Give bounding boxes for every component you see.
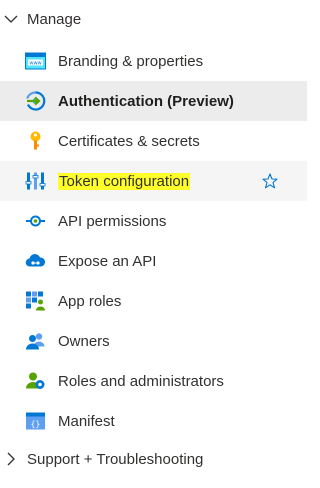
nav-item-label: Manifest [58, 412, 115, 430]
support-group-header[interactable]: Support + Troubleshooting [0, 440, 307, 478]
nav-item-label: Authentication (Preview) [58, 92, 234, 110]
nav-item-label: App roles [58, 292, 122, 310]
cloud-icon [25, 251, 46, 272]
roles-admins-icon [25, 371, 46, 392]
nav-item-owners[interactable]: Owners [0, 321, 307, 361]
chevron-down-icon [4, 12, 18, 26]
nav-item-token-configuration[interactable]: Token configuration [0, 161, 307, 201]
nav-item-manifest[interactable]: {} Manifest [0, 401, 307, 441]
owners-icon [25, 331, 46, 352]
nav-item-label: Branding & properties [58, 52, 204, 70]
app-roles-icon [25, 291, 46, 312]
chevron-right-icon [4, 452, 18, 466]
api-permissions-icon [25, 211, 46, 232]
support-group-label: Support + Troubleshooting [27, 450, 204, 468]
manage-group-header[interactable]: Manage [0, 0, 307, 38]
key-icon [25, 131, 46, 152]
branding-icon: www [25, 51, 46, 72]
nav-item-label: Certificates & secrets [58, 132, 200, 150]
svg-text:{}: {} [31, 420, 41, 429]
nav-item-app-roles[interactable]: App roles [0, 281, 307, 321]
nav-item-api-permissions[interactable]: API permissions [0, 201, 307, 241]
nav-item-branding[interactable]: www Branding & properties [0, 41, 307, 81]
svg-text:www: www [29, 61, 41, 67]
star-icon[interactable] [262, 173, 278, 189]
manage-group-label: Manage [27, 10, 82, 28]
nav-item-label: Token configuration [58, 172, 191, 190]
nav-item-certificates[interactable]: Certificates & secrets [0, 121, 307, 161]
token-configuration-icon [25, 171, 46, 192]
nav-item-expose-api[interactable]: Expose an API [0, 241, 307, 281]
nav-item-label: Owners [58, 332, 110, 350]
manifest-icon: {} [25, 411, 46, 432]
nav-item-label: API permissions [58, 212, 167, 230]
nav-item-label: Roles and administrators [58, 372, 224, 390]
nav-item-roles-administrators[interactable]: Roles and administrators [0, 361, 307, 401]
app-registration-nav: Manage www Branding & properties Authent… [0, 0, 307, 488]
authentication-icon [25, 91, 46, 112]
nav-item-authentication[interactable]: Authentication (Preview) [0, 81, 307, 121]
nav-item-label: Expose an API [58, 252, 157, 270]
